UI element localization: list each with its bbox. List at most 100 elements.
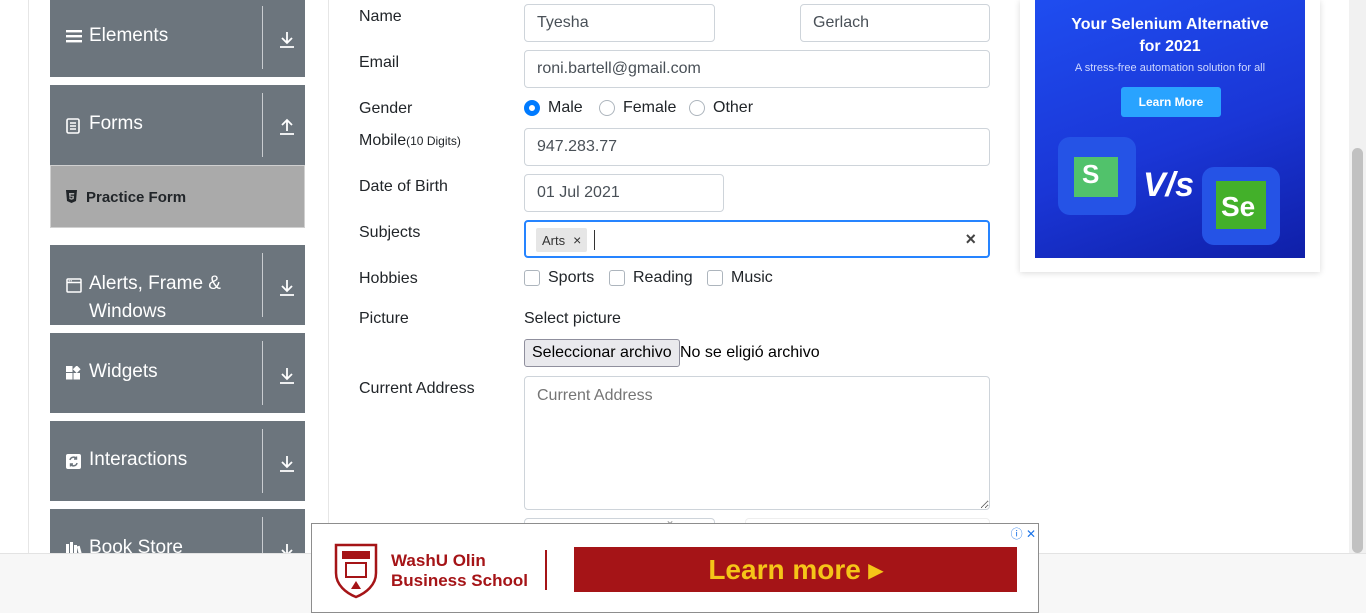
radio-button[interactable] [599, 100, 615, 116]
widgets-icon [66, 365, 81, 387]
clear-icon[interactable]: × [965, 229, 976, 250]
sidebar-group-title-line2: Windows [89, 301, 167, 322]
side-ad-banner[interactable]: Your Selenium Alternative for 2021 A str… [1035, 0, 1305, 258]
current-address-input[interactable] [524, 376, 990, 510]
name-label: Name [359, 8, 402, 25]
gender-radio-female[interactable]: Female [599, 99, 676, 117]
interactions-icon [66, 454, 81, 475]
hobby-sports[interactable]: Sports [524, 269, 594, 287]
mobile-hint: (10 Digits) [406, 134, 461, 148]
washu-shield-icon [332, 543, 380, 599]
checkbox-label: Reading [633, 269, 693, 286]
ad-brand-line1: WashU Olin [391, 551, 486, 570]
katalon-logo-icon: S [1074, 157, 1118, 197]
arrow-up-icon[interactable] [279, 118, 295, 135]
ad-brand-line2: Business School [391, 571, 528, 590]
ad-selenium-tile: Se [1202, 167, 1280, 245]
sidebar-group-title: Interactions [89, 449, 188, 470]
sidebar-group-title: Forms [89, 113, 143, 134]
subject-chip: Arts × [536, 228, 588, 252]
form-icon [66, 118, 80, 140]
side-ad[interactable]: Your Selenium Alternative for 2021 A str… [1020, 0, 1320, 272]
text-caret [594, 230, 595, 250]
last-name-input[interactable] [800, 4, 990, 42]
group-divider [262, 6, 263, 69]
ad-learn-more-button[interactable]: Learn More [1121, 87, 1221, 117]
radio-button[interactable] [689, 100, 705, 116]
selenium-logo-text: Se [1221, 191, 1256, 222]
subjects-input[interactable]: Arts × × [524, 220, 990, 258]
sidebar-group-interactions[interactable]: Interactions [50, 421, 305, 501]
selenium-logo-icon: Se [1216, 181, 1266, 229]
file-status: No se eligió archivo [680, 344, 820, 361]
group-divider [262, 517, 263, 553]
checkbox[interactable] [707, 270, 723, 286]
window-icon [66, 278, 82, 299]
mobile-label: Mobile(10 Digits) [359, 132, 461, 150]
dob-label: Date of Birth [359, 178, 448, 195]
radio-label: Other [713, 99, 754, 116]
group-divider [262, 253, 263, 317]
radio-label: Male [548, 99, 583, 116]
sidebar-item-practice-form[interactable]: Practice Form [50, 165, 305, 228]
checkbox[interactable] [524, 270, 540, 286]
checkbox[interactable] [609, 270, 625, 286]
ad-title-line2: for 2021 [1139, 38, 1201, 55]
picture-caption: Select picture [524, 310, 621, 327]
bottom-ad[interactable]: WashU Olin Business School Learn more ▸ … [311, 523, 1039, 613]
ad-divider [545, 550, 547, 590]
ad-subtitle: A stress-free automation solution for al… [1074, 62, 1266, 74]
sidebar-group-forms[interactable]: Forms [50, 85, 305, 165]
arrow-down-icon[interactable] [279, 31, 295, 48]
checkbox-label: Music [731, 269, 773, 286]
email-input[interactable] [524, 50, 990, 88]
ad-katalon-tile: S [1058, 137, 1136, 215]
sidebar-group-widgets[interactable]: Widgets [50, 333, 305, 413]
bookstore-icon [66, 542, 83, 553]
checkbox-label: Sports [548, 269, 595, 286]
dob-input[interactable] [524, 174, 724, 212]
sidebar-group-title: Book Store [89, 537, 183, 553]
gender-radio-other[interactable]: Other [689, 99, 753, 117]
mobile-label-text: Mobile [359, 132, 407, 149]
subjects-label: Subjects [359, 224, 421, 241]
sidebar-group-elements[interactable]: Elements [50, 0, 305, 77]
gender-radio-male[interactable]: Male [524, 99, 583, 117]
ad-brand: WashU Olin Business School [391, 551, 528, 591]
subject-chip-label: Arts [542, 232, 566, 248]
html5-icon [66, 190, 77, 206]
sidebar-group-title: Elements [89, 25, 169, 46]
arrow-down-icon[interactable] [279, 455, 295, 472]
hobbies-label: Hobbies [359, 270, 418, 287]
ad-learn-more-cta[interactable]: Learn more ▸ [574, 547, 1017, 592]
sidebar-group-title: Widgets [89, 361, 158, 382]
group-divider [262, 429, 263, 493]
sidebar-group-bookstore[interactable]: Book Store [50, 509, 305, 553]
picture-label: Picture [359, 310, 409, 327]
first-name-input[interactable] [524, 4, 715, 42]
chip-remove-icon[interactable]: × [571, 232, 587, 248]
ad-title-line1: Your Selenium Alternative [1071, 16, 1269, 33]
arrow-down-icon[interactable] [279, 279, 295, 296]
sidebar-group-alerts[interactable]: Alerts, Frame & Windows [50, 245, 305, 325]
hobby-music[interactable]: Music [707, 269, 773, 287]
radio-button-selected[interactable] [524, 100, 540, 116]
hamburger-icon [66, 28, 82, 50]
email-label: Email [359, 54, 400, 71]
arrow-down-icon[interactable] [279, 367, 295, 384]
mobile-input[interactable] [524, 128, 990, 166]
gender-label: Gender [359, 100, 413, 117]
sidebar-group-title: Alerts, Frame & [89, 273, 221, 294]
group-divider [262, 93, 263, 157]
arrow-down-icon[interactable] [279, 543, 295, 553]
page-root: Elements Forms Practice Form Alerts, Fra… [0, 0, 1366, 613]
ad-title: Your Selenium Alternative for 2021 [1035, 14, 1305, 58]
sidebar-item-label: Practice Form [86, 189, 187, 206]
group-divider [262, 341, 263, 405]
radio-label: Female [623, 99, 677, 116]
adchoices-icon[interactable]: ⓘ ✕ [1011, 525, 1036, 542]
scrollbar-thumb[interactable] [1352, 148, 1363, 553]
choose-file-button[interactable]: Seleccionar archivo [524, 339, 680, 367]
hobby-reading[interactable]: Reading [609, 269, 693, 287]
ad-vs-text: V/s [1143, 166, 1195, 204]
